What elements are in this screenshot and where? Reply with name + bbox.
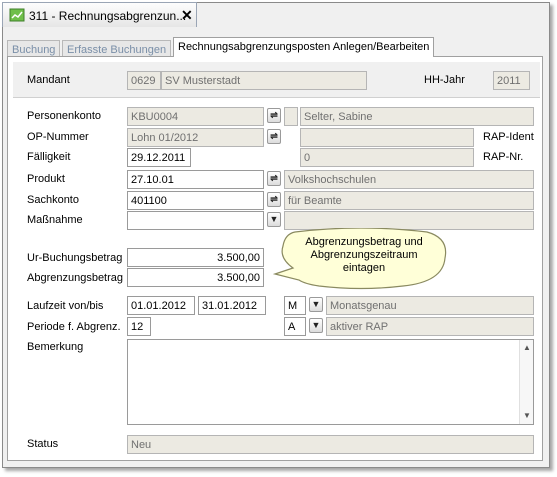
bemerkung-textarea[interactable]: ▲ ▼	[127, 339, 534, 425]
status-label: Status	[27, 438, 59, 450]
vertical-scrollbar[interactable]: ▲ ▼	[519, 340, 533, 424]
faelligkeit-label: Fälligkeit	[27, 151, 71, 163]
laufzeit-von-field[interactable]: 01.01.2012	[127, 296, 195, 315]
personenkonto-label: Personenkonto	[27, 110, 101, 122]
rap-ident-field	[300, 128, 474, 147]
personenkonto-name-field: Selter, Sabine	[300, 107, 534, 126]
sachkonto-label: Sachkonto	[27, 194, 79, 206]
laufzeit-bis-field[interactable]: 31.01.2012	[198, 296, 266, 315]
mandant-name-field: SV Musterstadt	[161, 71, 367, 90]
status-field: Neu	[127, 435, 534, 454]
laufzeit-code-field[interactable]: M	[284, 296, 306, 315]
rap-nr-field: 0	[300, 148, 474, 167]
laufzeit-label: Laufzeit von/bis	[27, 300, 104, 312]
periode-code-field[interactable]: A	[284, 317, 306, 336]
abgrenzungsbetrag-label: Abgrenzungsbetrag	[27, 272, 124, 284]
periode-desc-field: aktiver RAP	[326, 317, 534, 336]
close-icon[interactable]: ✕	[181, 7, 193, 24]
periode-field[interactable]: 12	[127, 317, 151, 336]
rap-ident-label: RAP-Ident	[483, 131, 534, 143]
opnummer-label: OP-Nummer	[27, 131, 89, 143]
rap-nr-label: RAP-Nr.	[483, 151, 524, 163]
abgrenzungsbetrag-field[interactable]: 3.500,00	[127, 268, 264, 287]
personenkonto-field[interactable]: KBU0004	[127, 107, 264, 126]
massnahme-field[interactable]	[127, 211, 264, 230]
scroll-down-icon[interactable]: ▼	[522, 411, 532, 421]
laufzeit-desc-field: Monatsgenau	[326, 296, 534, 315]
scroll-up-icon[interactable]: ▲	[522, 343, 532, 353]
periode-label: Periode f. Abgrenz.	[27, 321, 121, 333]
document-tab-title: 311 - Rechnungsabgrenzun...	[29, 9, 187, 23]
massnahme-label: Maßnahme	[27, 214, 83, 226]
faelligkeit-field[interactable]: 29.12.2011	[127, 148, 191, 167]
hhjahr-field: 2011	[493, 71, 530, 90]
produkt-label: Produkt	[27, 173, 65, 185]
dropdown-icon[interactable]: ▼	[267, 212, 281, 227]
personenkonto-flag	[284, 107, 298, 126]
ur-buchungsbetrag-field[interactable]: 3.500,00	[127, 248, 264, 267]
callout-line: Abgrenzungsbetrag und	[305, 236, 423, 248]
ur-buchungsbetrag-label: Ur-Buchungsbetrag	[27, 252, 123, 264]
sachkonto-field[interactable]: 401100	[127, 191, 264, 210]
document-tab[interactable]: 311 - Rechnungsabgrenzun... ✕	[2, 2, 197, 27]
opnummer-field[interactable]: Lohn 01/2012	[127, 128, 264, 147]
produkt-name-field: Volkshochschulen	[284, 170, 534, 189]
tab-rechnungsabgrenzungsposten[interactable]: Rechnungsabgrenzungsposten Anlegen/Bearb…	[173, 37, 435, 57]
callout-line: Abgrenzungszeitraum	[310, 249, 418, 261]
bemerkung-label: Bemerkung	[27, 341, 84, 353]
lookup-icon[interactable]: ⇌	[267, 171, 281, 186]
dropdown-icon[interactable]: ▼	[309, 318, 323, 333]
mandant-label: Mandant	[27, 74, 70, 86]
document-icon	[9, 8, 25, 22]
callout-text: Abgrenzungsbetrag und Abgrenzungszeitrau…	[291, 236, 437, 275]
sachkonto-name-field: für Beamte	[284, 191, 534, 210]
lookup-icon[interactable]: ⇌	[267, 129, 281, 144]
callout-line: eintagen	[342, 262, 386, 274]
produkt-field[interactable]: 27.10.01	[127, 170, 264, 189]
mandant-code-field: 0629	[127, 71, 161, 90]
dropdown-icon[interactable]: ▼	[309, 297, 323, 312]
lookup-icon[interactable]: ⇌	[267, 108, 281, 123]
hhjahr-label: HH-Jahr	[424, 74, 465, 86]
lookup-icon[interactable]: ⇌	[267, 192, 281, 207]
